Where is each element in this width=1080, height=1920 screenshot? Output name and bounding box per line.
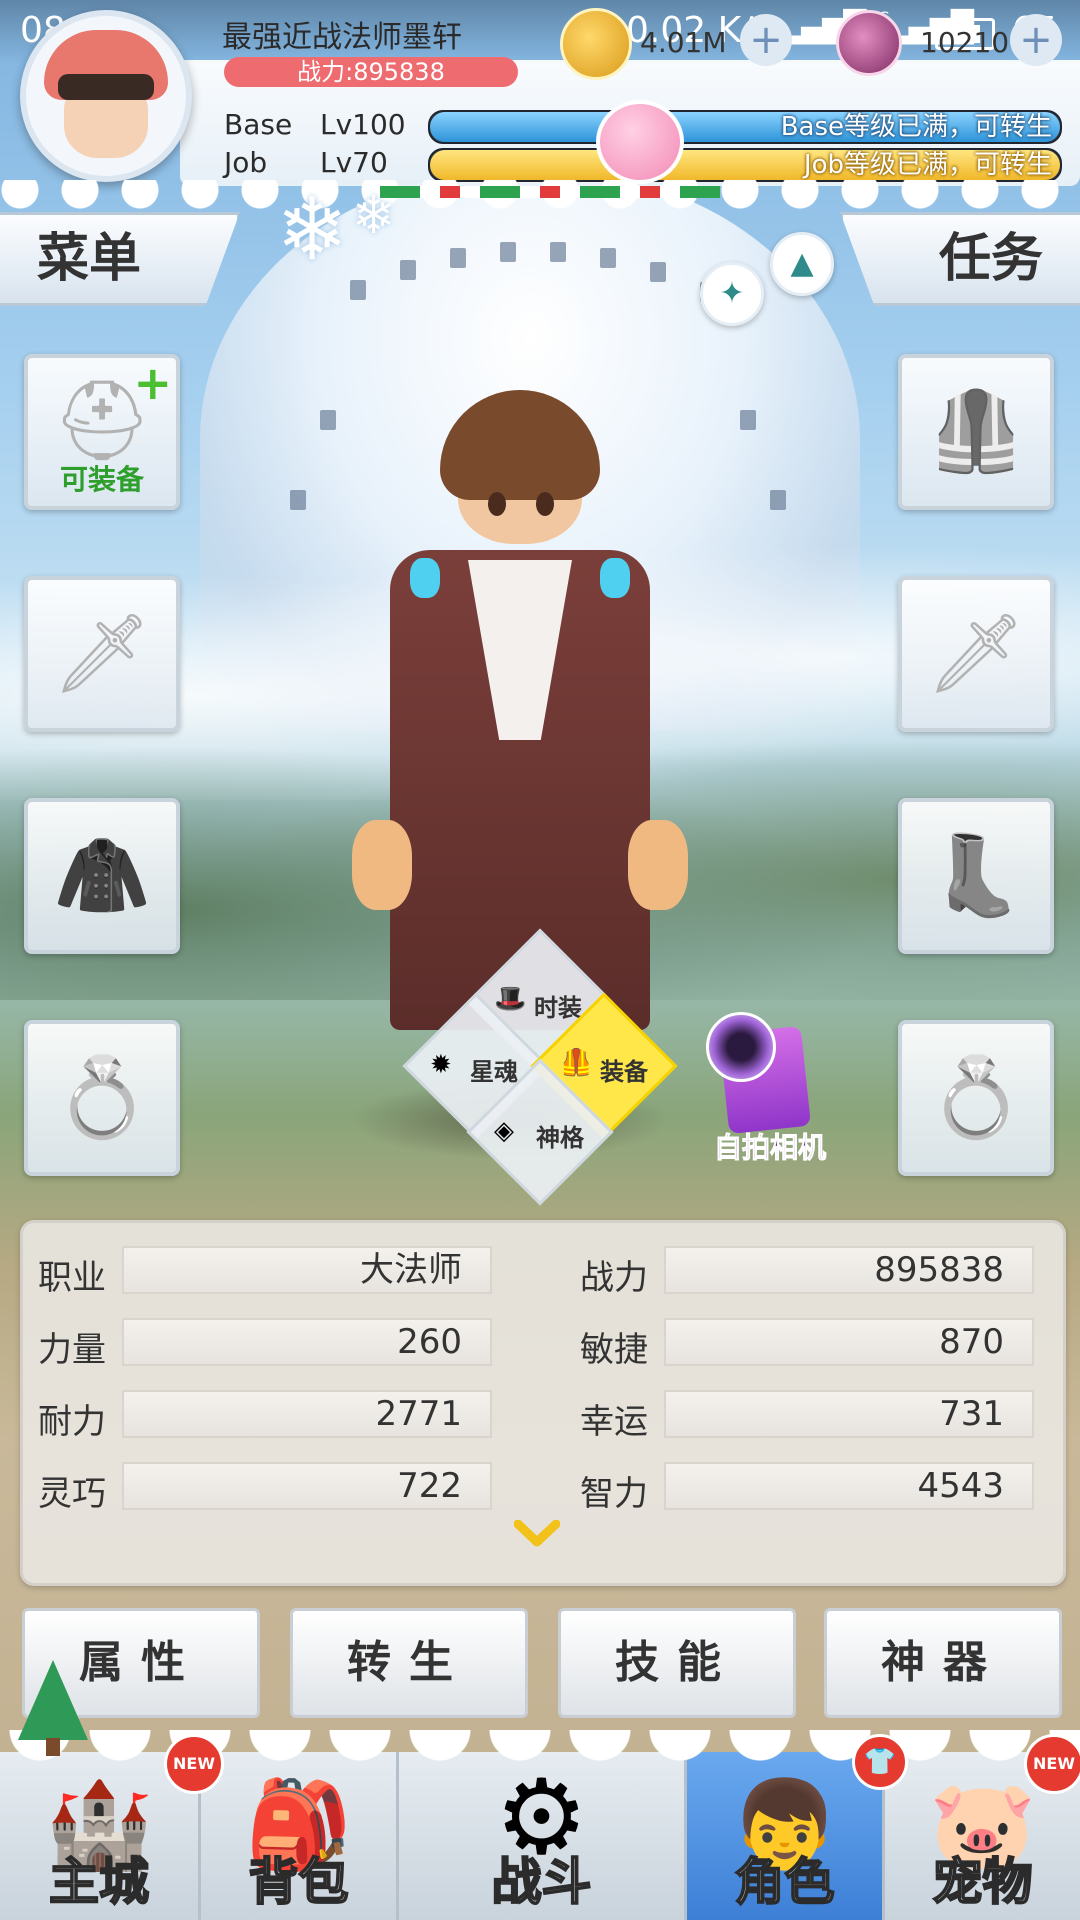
stat-label: 敏捷 bbox=[580, 1330, 648, 1370]
selfie-camera-label: 自拍相机 bbox=[713, 1131, 826, 1165]
ornament-icon: ▲ bbox=[770, 232, 834, 296]
base-level: Lv100 bbox=[320, 108, 406, 141]
job-label: Job bbox=[224, 146, 268, 179]
coin-value: 4.01M bbox=[640, 26, 727, 59]
artifact-button[interactable]: 神器 bbox=[824, 1608, 1062, 1718]
job-exp-bar: Job等级已满，可转生 bbox=[428, 148, 1062, 182]
character-eye bbox=[536, 492, 554, 516]
shoulder-gem bbox=[600, 558, 630, 598]
star-soul-icon: ✹ bbox=[430, 1050, 452, 1080]
nav-label: 主城 bbox=[48, 1852, 150, 1912]
gem-icon bbox=[836, 10, 902, 76]
snowflake-icon: ❄ bbox=[352, 186, 396, 246]
stat-value: 4543 bbox=[664, 1462, 1034, 1510]
base-bar-text: Base等级已满，可转生 bbox=[780, 112, 1052, 142]
base-label: Base bbox=[224, 108, 293, 141]
quest-button[interactable]: 任务 bbox=[840, 212, 1080, 306]
stat-value: 2771 bbox=[122, 1390, 492, 1438]
player-name: 最强近战法师墨轩 bbox=[222, 20, 462, 55]
ring-slot-right[interactable]: 💍 bbox=[898, 1020, 1054, 1176]
snowflake-icon: ❄ bbox=[276, 180, 349, 280]
add-gem-button[interactable]: + bbox=[1010, 14, 1062, 66]
stat-value: 722 bbox=[122, 1462, 492, 1510]
nav-label: 背包 bbox=[248, 1852, 350, 1912]
stat-value: 731 bbox=[664, 1390, 1034, 1438]
armor-slot[interactable]: 🦺 bbox=[898, 354, 1054, 510]
combat-power-pill: 战力:895838 bbox=[224, 57, 518, 87]
cloak-icon: 🧥 bbox=[53, 830, 151, 921]
new-badge: NEW bbox=[164, 1734, 224, 1794]
fashion-icon: 🎩 bbox=[494, 984, 527, 1014]
candy-cane-decoration bbox=[380, 186, 720, 198]
job-bar-text: Job等级已满，可转生 bbox=[803, 150, 1052, 180]
divinity-icon: ◈ bbox=[494, 1116, 514, 1146]
camera-lens-icon bbox=[706, 1012, 776, 1082]
armor-icon: 🦺 bbox=[927, 386, 1025, 477]
ring-icon: 💍 bbox=[927, 1052, 1025, 1143]
stat-value: 870 bbox=[664, 1318, 1034, 1366]
stat-label: 灵巧 bbox=[38, 1474, 106, 1514]
stat-label: 职业 bbox=[38, 1258, 106, 1298]
boots-icon: 👢 bbox=[927, 830, 1025, 921]
character-hand bbox=[352, 820, 412, 910]
nav-character[interactable]: 👦 角色 bbox=[684, 1752, 882, 1920]
sword-icon: 🗡 bbox=[52, 608, 152, 699]
stat-value: 大法师 bbox=[122, 1246, 492, 1294]
nav-battle[interactable]: ⚙ 战斗 bbox=[396, 1752, 684, 1920]
nav-bag[interactable]: 🎒 背包 bbox=[198, 1752, 396, 1920]
rebirth-button[interactable]: 转生 bbox=[290, 1608, 528, 1718]
add-coin-button[interactable]: + bbox=[740, 14, 792, 66]
christmas-tree-icon bbox=[8, 1660, 98, 1760]
job-level: Lv70 bbox=[320, 146, 388, 179]
gem-value: 10210 bbox=[920, 26, 1010, 59]
menu-button[interactable]: 菜单 bbox=[0, 212, 240, 306]
weapon-slot-right[interactable]: 🗡 bbox=[898, 576, 1054, 732]
coin-icon bbox=[560, 8, 632, 80]
fashion-label: 时装 bbox=[534, 994, 582, 1022]
character-eye bbox=[488, 492, 506, 516]
equippable-label: 可装备 bbox=[59, 463, 144, 496]
plus-icon: + bbox=[133, 356, 172, 410]
hat-slot[interactable]: ⛑ + 可装备 bbox=[24, 354, 180, 510]
player-avatar[interactable] bbox=[20, 10, 192, 182]
stat-label: 耐力 bbox=[38, 1402, 106, 1442]
snow-decoration bbox=[0, 1730, 1080, 1770]
character-hand bbox=[628, 820, 688, 910]
skills-button[interactable]: 技能 bbox=[558, 1608, 796, 1718]
character-hair bbox=[440, 390, 600, 500]
nav-label: 角色 bbox=[734, 1852, 836, 1912]
stat-value: 260 bbox=[122, 1318, 492, 1366]
nav-label: 战斗 bbox=[491, 1852, 593, 1912]
ornament-icon: ✦ bbox=[700, 262, 764, 326]
star-soul-label: 星魂 bbox=[470, 1058, 518, 1086]
ring-icon: 💍 bbox=[53, 1052, 151, 1143]
sword-icon: 🗡 bbox=[926, 608, 1026, 699]
expand-chevron-icon[interactable] bbox=[514, 1520, 560, 1548]
shoulder-gem bbox=[410, 558, 440, 598]
stat-label: 智力 bbox=[580, 1474, 648, 1514]
weapon-slot-left[interactable]: 🗡 bbox=[24, 576, 180, 732]
base-exp-bar: Base等级已满，可转生 bbox=[428, 110, 1062, 144]
equip-label: 装备 bbox=[600, 1058, 648, 1086]
ring-slot-left[interactable]: 💍 bbox=[24, 1020, 180, 1176]
cloak-slot[interactable]: 🧥 bbox=[24, 798, 180, 954]
shirt-badge-icon: 👕 bbox=[852, 1734, 908, 1790]
avatar-hair bbox=[58, 74, 154, 100]
stat-value: 895838 bbox=[664, 1246, 1034, 1294]
divinity-label: 神格 bbox=[536, 1124, 584, 1152]
poring-mascot-icon bbox=[596, 100, 684, 184]
equip-icon: 🦺 bbox=[560, 1048, 593, 1078]
new-badge: NEW bbox=[1024, 1734, 1080, 1794]
stat-label: 力量 bbox=[38, 1330, 106, 1370]
stat-label: 战力 bbox=[580, 1258, 648, 1298]
stat-label: 幸运 bbox=[580, 1402, 648, 1442]
nav-label: 宠物 bbox=[932, 1852, 1034, 1912]
boots-slot[interactable]: 👢 bbox=[898, 798, 1054, 954]
